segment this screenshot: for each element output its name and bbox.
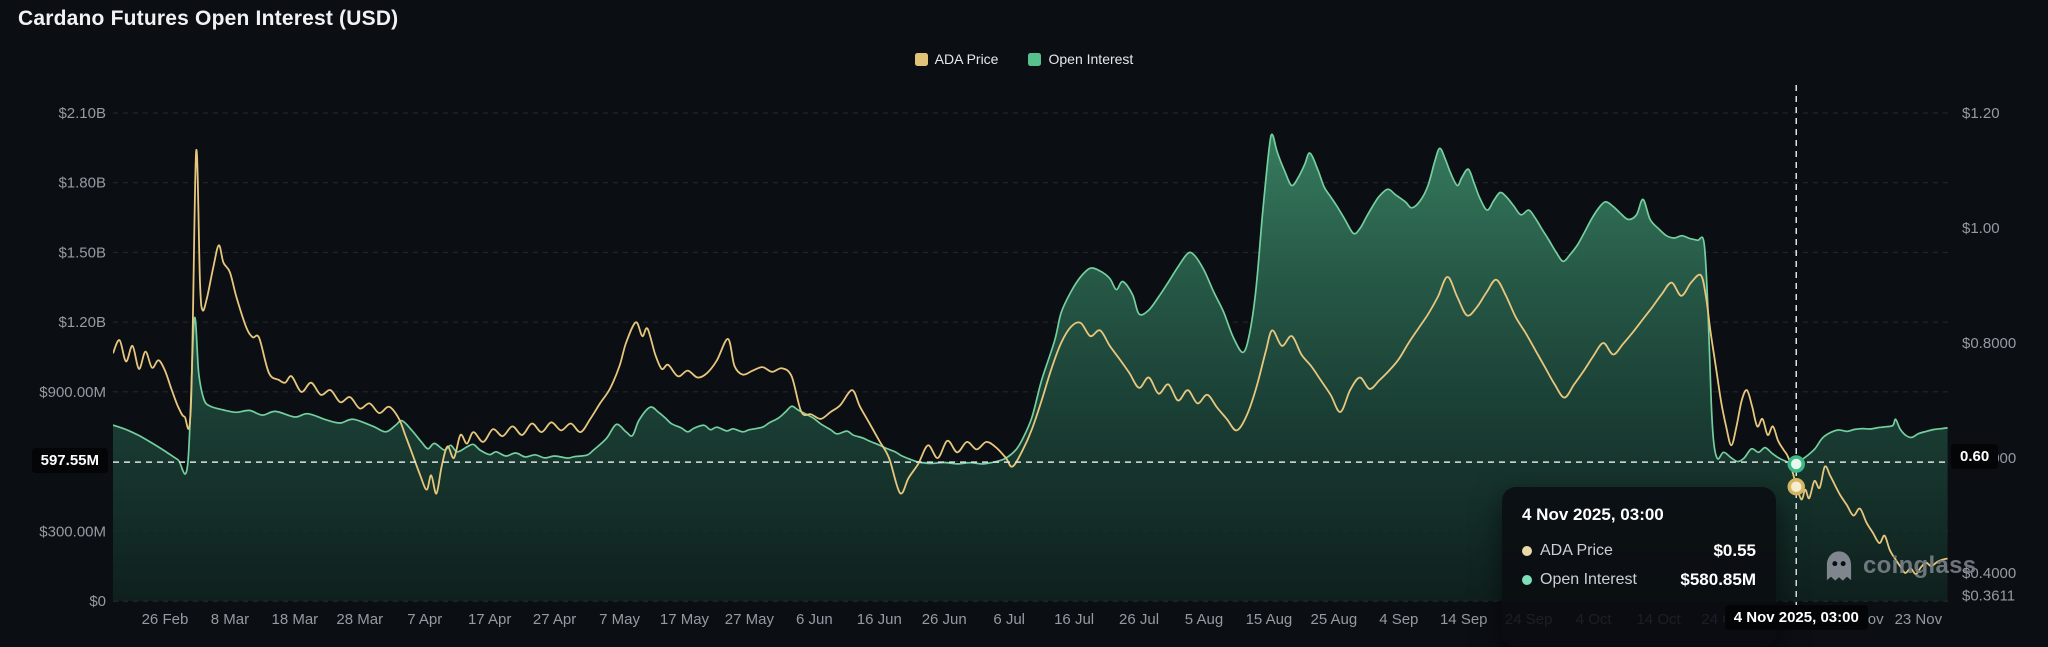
right-axis-crosshair-value: 0.60 bbox=[1951, 444, 1999, 469]
x-axis-tick: 6 Jul bbox=[993, 611, 1025, 628]
open-interest-dot-icon bbox=[1522, 575, 1532, 585]
x-axis-tick: 5 Aug bbox=[1185, 611, 1223, 628]
x-axis-tick: 8 Mar bbox=[211, 611, 249, 628]
tooltip-value-ada-price: $0.55 bbox=[1713, 541, 1756, 560]
x-axis-tick: 16 Jun bbox=[857, 611, 902, 628]
left-axis-crosshair-value: 597.55M bbox=[31, 448, 108, 474]
x-axis-tick: 17 Apr bbox=[468, 611, 511, 628]
tooltip-value-open-interest: $580.85M bbox=[1680, 570, 1756, 589]
x-axis-tick: 26 Jun bbox=[922, 611, 967, 628]
x-axis-tick: 16 Jul bbox=[1054, 611, 1094, 628]
left-axis-tick: $900.00M bbox=[39, 384, 106, 401]
tooltip-date: 4 Nov 2025, 03:00 bbox=[1522, 505, 1664, 524]
ghost-logo-icon bbox=[1826, 551, 1852, 581]
right-axis-tick: $0.8000 bbox=[1962, 335, 2016, 352]
x-axis-tick: 27 Apr bbox=[533, 611, 576, 628]
x-axis-tick: 7 Apr bbox=[407, 611, 442, 628]
watermark-text: coinglass bbox=[1863, 552, 1977, 579]
x-axis-tick: 25 Aug bbox=[1311, 611, 1358, 628]
x-axis-tick: 18 Mar bbox=[271, 611, 318, 628]
x-axis-crosshair-date: 4 Nov 2025, 03:00 bbox=[1724, 605, 1868, 630]
tooltip-row-open-interest: Open Interest $580.85M bbox=[1522, 570, 1756, 590]
x-axis-tick: 26 Jul bbox=[1119, 611, 1159, 628]
tooltip-label-open-interest: Open Interest bbox=[1540, 571, 1637, 588]
left-axis-tick: $1.80B bbox=[58, 175, 106, 192]
x-axis-tick: 17 May bbox=[660, 611, 710, 628]
ada-price-marker-dot bbox=[1787, 478, 1805, 496]
coinglass-watermark: coinglass bbox=[1822, 549, 1976, 583]
tooltip-label-ada-price: ADA Price bbox=[1540, 542, 1613, 559]
left-axis-tick: $300.00M bbox=[39, 523, 106, 540]
left-axis-tick: $1.20B bbox=[58, 314, 106, 331]
x-axis-tick: 14 Sep bbox=[1440, 611, 1488, 628]
x-axis-tick: 6 Jun bbox=[796, 611, 833, 628]
x-axis-tick: 26 Feb bbox=[142, 611, 189, 628]
x-axis-tick: 27 May bbox=[725, 611, 775, 628]
x-axis-tick: 7 May bbox=[599, 611, 640, 628]
right-axis-tick: $0.3611 bbox=[1962, 587, 2015, 604]
x-axis-tick: 28 Mar bbox=[336, 611, 383, 628]
open-interest-marker-dot bbox=[1787, 455, 1805, 473]
left-axis-tick: $1.50B bbox=[58, 244, 106, 261]
x-axis-tick: 4 Sep bbox=[1379, 611, 1418, 628]
x-axis-tick: 23 Nov bbox=[1895, 611, 1943, 628]
left-axis-tick: $2.10B bbox=[58, 105, 106, 122]
ada-price-dot-icon bbox=[1522, 546, 1532, 556]
left-axis-tick: $0 bbox=[89, 593, 106, 610]
tooltip-row-ada-price: ADA Price $0.55 bbox=[1522, 541, 1756, 561]
right-axis-tick: $1.20 bbox=[1962, 105, 2000, 122]
x-axis-tick: 15 Aug bbox=[1246, 611, 1293, 628]
right-axis-tick: $1.00 bbox=[1962, 220, 2000, 237]
